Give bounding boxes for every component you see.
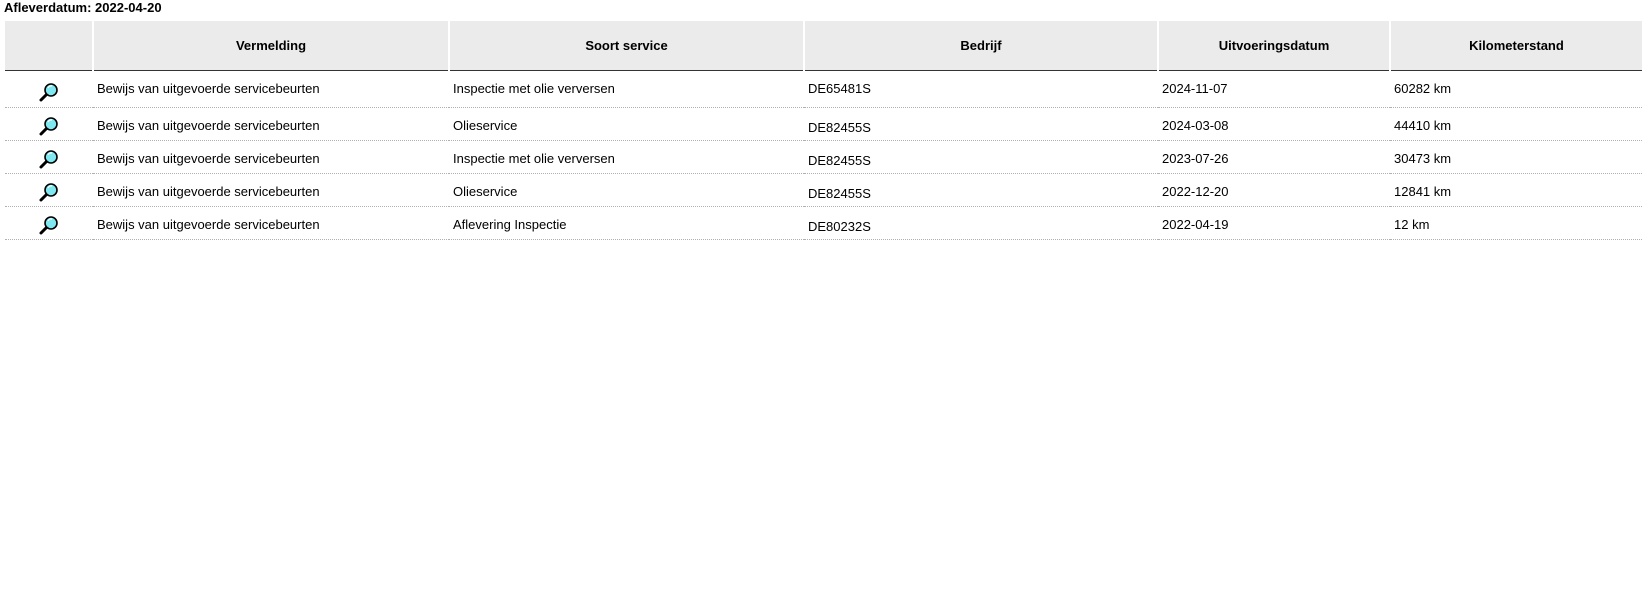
magnifier-icon[interactable] — [38, 115, 60, 137]
cell-bedrijf: DE80232S — [804, 206, 1158, 240]
cell-kilometerstand: 30473 km — [1390, 140, 1642, 174]
row-icon-cell — [5, 206, 93, 240]
table-row: Bewijs van uitgevoerde servicebeurten In… — [5, 140, 1642, 174]
cell-bedrijf: DE82455S — [804, 173, 1158, 207]
cell-uitvoeringsdatum: 2024-11-07 — [1158, 70, 1390, 108]
column-header-uitvoeringsdatum: Uitvoeringsdatum — [1157, 21, 1390, 71]
cell-soort-service: Olieservice — [449, 173, 804, 207]
table-row: Bewijs van uitgevoerde servicebeurten Af… — [5, 206, 1642, 240]
row-icon-cell — [5, 107, 93, 141]
cell-vermelding: Bewijs van uitgevoerde servicebeurten — [93, 107, 449, 141]
cell-kilometerstand: 12841 km — [1390, 173, 1642, 207]
service-history-page: Afleverdatum: 2022-04-20 Vermelding Soor… — [0, 0, 1642, 611]
cell-vermelding: Bewijs van uitgevoerde servicebeurten — [93, 140, 449, 174]
magnifier-icon[interactable] — [38, 181, 60, 203]
magnifier-icon[interactable] — [38, 214, 60, 236]
cell-uitvoeringsdatum: 2023-07-26 — [1158, 140, 1390, 174]
header-row: Vermelding Soort service Bedrijf Uitvoer… — [5, 21, 1642, 71]
table-row: Bewijs van uitgevoerde servicebeurten Ol… — [5, 107, 1642, 141]
cell-kilometerstand: 44410 km — [1390, 107, 1642, 141]
table-row: Bewijs van uitgevoerde servicebeurten Ol… — [5, 173, 1642, 207]
cell-vermelding: Bewijs van uitgevoerde servicebeurten — [93, 173, 449, 207]
cell-soort-service: Inspectie met olie verversen — [449, 70, 804, 108]
delivery-date-label: Afleverdatum: — [4, 0, 92, 15]
magnifier-icon[interactable] — [38, 148, 60, 170]
service-table-header: Vermelding Soort service Bedrijf Uitvoer… — [5, 21, 1642, 71]
column-header-kilometerstand: Kilometerstand — [1389, 21, 1642, 71]
cell-kilometerstand: 60282 km — [1390, 70, 1642, 108]
column-header-soort-service: Soort service — [448, 21, 804, 71]
cell-bedrijf: DE65481S — [804, 70, 1158, 108]
cell-soort-service: Olieservice — [449, 107, 804, 141]
magnifier-icon[interactable] — [38, 81, 60, 103]
cell-vermelding: Bewijs van uitgevoerde servicebeurten — [93, 206, 449, 240]
table-row: Bewijs van uitgevoerde servicebeurten In… — [5, 70, 1642, 108]
cell-vermelding: Bewijs van uitgevoerde servicebeurten — [93, 70, 449, 108]
cell-bedrijf: DE82455S — [804, 140, 1158, 174]
column-header-bedrijf: Bedrijf — [803, 21, 1158, 71]
column-header-vermelding: Vermelding — [92, 21, 449, 71]
cell-soort-service: Inspectie met olie verversen — [449, 140, 804, 174]
service-table: Vermelding Soort service Bedrijf Uitvoer… — [5, 21, 1642, 240]
delivery-date-value: 2022-04-20 — [95, 0, 162, 15]
row-icon-cell — [5, 173, 93, 207]
cell-kilometerstand: 12 km — [1390, 206, 1642, 240]
delivery-date-line: Afleverdatum: 2022-04-20 — [4, 0, 162, 16]
cell-uitvoeringsdatum: 2022-12-20 — [1158, 173, 1390, 207]
cell-soort-service: Aflevering Inspectie — [449, 206, 804, 240]
service-table-body: Bewijs van uitgevoerde servicebeurten In… — [5, 70, 1642, 240]
row-icon-cell — [5, 140, 93, 174]
cell-uitvoeringsdatum: 2022-04-19 — [1158, 206, 1390, 240]
column-header-icon — [5, 21, 93, 71]
cell-uitvoeringsdatum: 2024-03-08 — [1158, 107, 1390, 141]
row-icon-cell — [5, 70, 93, 108]
cell-bedrijf: DE82455S — [804, 107, 1158, 141]
